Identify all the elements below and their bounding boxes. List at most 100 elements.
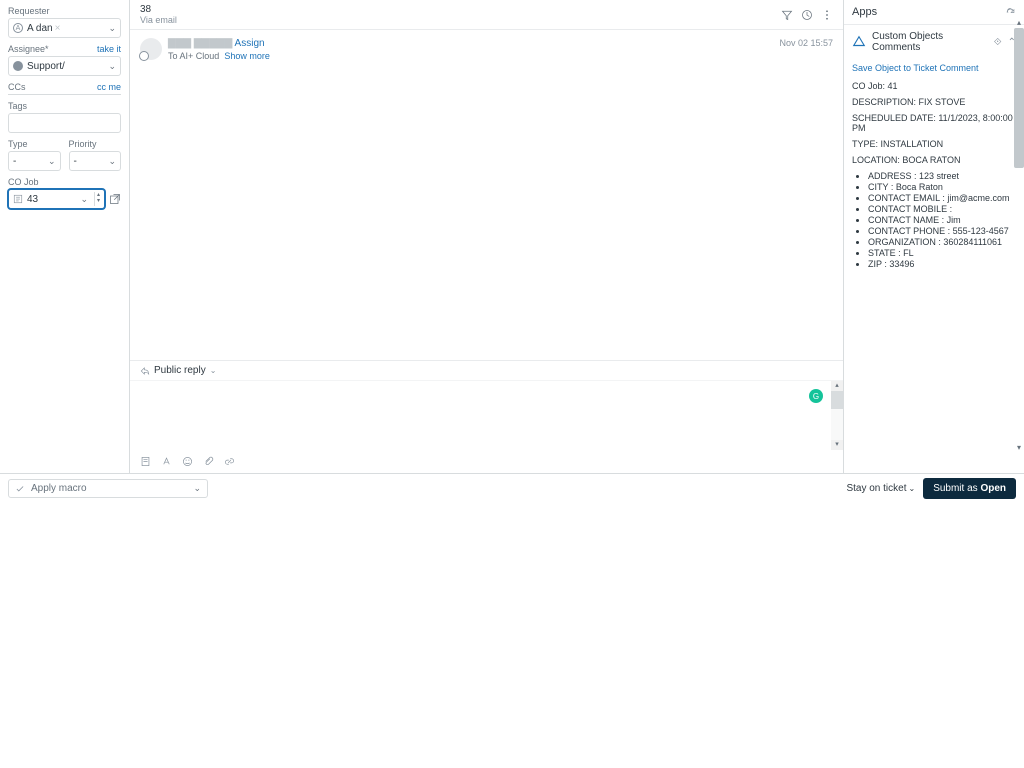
- list-item: CITY : Boca Raton: [868, 182, 1016, 192]
- assignee-label-text: Assignee*: [8, 44, 49, 54]
- emoji-icon[interactable]: [182, 456, 193, 467]
- tags-field: Tags: [8, 101, 121, 133]
- stay-label: Stay on ticket: [846, 483, 906, 494]
- requester-dropdown[interactable]: A A dan × ⌄: [8, 18, 121, 38]
- apps-scrollbar[interactable]: ▴ ▾: [1014, 28, 1024, 473]
- ticket-properties-sidebar: Requester A A dan × ⌄ Assignee* take it …: [0, 0, 130, 473]
- submit-prefix: Submit as: [933, 483, 980, 494]
- type-field: Type - ⌄: [8, 139, 61, 171]
- scroll-thumb[interactable]: [831, 391, 843, 409]
- link-icon[interactable]: [224, 456, 235, 467]
- list-item: ZIP : 33496: [868, 259, 1016, 269]
- redacted-name: ▇▇▇ ▇▇▇▇▇: [168, 38, 232, 49]
- note-icon[interactable]: [140, 456, 151, 467]
- user-icon: A: [13, 23, 23, 33]
- scheduled-line: SCHEDULED DATE: 11/1/2023, 8:00:00 PM: [852, 113, 1016, 133]
- events-icon[interactable]: [801, 9, 813, 21]
- cc-me-link[interactable]: cc me: [97, 82, 121, 92]
- chevron-down-icon: ⌄: [108, 156, 116, 167]
- ccs-field: CCs cc me: [8, 82, 121, 95]
- scroll-down-icon[interactable]: ▾: [1014, 443, 1024, 453]
- app-icon: [852, 35, 866, 49]
- assignee-value: Support/: [27, 61, 65, 72]
- apps-panel: Apps Custom Objects Comments ⟐ ⌃ Save Ob…: [844, 0, 1024, 473]
- location-header: LOCATION: BOCA RATON: [852, 155, 1016, 165]
- scroll-up-icon[interactable]: ▴: [1014, 18, 1024, 28]
- to-value: AI+ Cloud: [180, 51, 220, 61]
- show-more-link[interactable]: Show more: [224, 51, 270, 61]
- scroll-up-icon[interactable]: ▴: [831, 381, 843, 391]
- conversation-header: 38 Via email: [130, 0, 843, 30]
- save-object-link[interactable]: Save Object to Ticket Comment: [852, 63, 1016, 73]
- scroll-down-icon[interactable]: ▾: [831, 440, 843, 450]
- list-item: CONTACT MOBILE :: [868, 204, 1016, 214]
- assign-link[interactable]: Assign: [235, 38, 265, 49]
- attachment-icon[interactable]: [203, 456, 214, 467]
- co-job-dropdown[interactable]: 43 ⌄ ▴ ▾: [8, 189, 105, 209]
- job-line: CO Job: 41: [852, 81, 1016, 91]
- reply-textarea[interactable]: G ▴ ▾: [130, 380, 843, 450]
- requester-label: Requester: [8, 6, 121, 16]
- type-label: Type: [8, 139, 61, 149]
- macro-label: Apply macro: [31, 483, 87, 494]
- description-line: DESCRIPTION: FIX STOVE: [852, 97, 1016, 107]
- group-icon: [13, 61, 23, 71]
- type-value: -: [13, 156, 16, 167]
- lookup-icon: [13, 194, 23, 204]
- close-icon[interactable]: ×: [55, 23, 61, 34]
- to-prefix: To: [168, 51, 180, 61]
- more-icon[interactable]: [821, 9, 833, 21]
- grammarly-icon[interactable]: G: [809, 389, 823, 403]
- priority-label: Priority: [69, 139, 122, 149]
- filter-icon[interactable]: [781, 9, 793, 21]
- chevron-down-icon: ⌄: [210, 366, 217, 375]
- priority-value: -: [74, 156, 77, 167]
- macro-icon: [15, 484, 25, 494]
- external-link-icon[interactable]: [109, 193, 121, 205]
- ticket-via: Via email: [140, 15, 177, 25]
- avatar: [140, 38, 162, 60]
- requester-value: A dan: [27, 23, 53, 34]
- take-it-link[interactable]: take it: [97, 44, 121, 54]
- list-item: CONTACT EMAIL : jim@acme.com: [868, 193, 1016, 203]
- message: ▇▇▇ ▇▇▇▇▇ Assign To AI+ Cloud Show more: [140, 38, 833, 61]
- reply-icon: [140, 366, 150, 376]
- list-item: STATE : FL: [868, 248, 1016, 258]
- stepper-down-icon[interactable]: ▾: [95, 198, 102, 204]
- submit-button[interactable]: Submit as Open: [923, 478, 1016, 499]
- reply-toolbar: [130, 450, 843, 473]
- chevron-down-icon: ⌄: [80, 194, 88, 205]
- reply-type-label: Public reply: [154, 365, 206, 376]
- chevron-down-icon: ⌄: [48, 156, 56, 167]
- conversation-panel: 38 Via email Nov 02 15:57 ▇▇▇ ▇▇▇▇▇ Assi…: [130, 0, 844, 473]
- ccs-label: CCs: [8, 82, 26, 92]
- assignee-dropdown[interactable]: Support/ ⌄: [8, 56, 121, 76]
- scroll-thumb[interactable]: [1014, 28, 1024, 168]
- list-item: ADDRESS : 123 street: [868, 171, 1016, 181]
- stay-on-ticket-dropdown[interactable]: Stay on ticket ⌄: [846, 483, 915, 494]
- app-body: Save Object to Ticket Comment CO Job: 41…: [844, 63, 1024, 278]
- chevron-down-icon: ⌄: [908, 484, 915, 493]
- reply-type-selector[interactable]: Public reply ⌄: [130, 361, 843, 380]
- refresh-icon[interactable]: [1005, 7, 1016, 18]
- assignee-field: Assignee* take it Support/ ⌄: [8, 44, 121, 76]
- apps-header: Apps: [852, 6, 877, 18]
- ticket-footer: Apply macro ⌄ Stay on ticket ⌄ Submit as…: [0, 474, 1024, 503]
- apply-macro-dropdown[interactable]: Apply macro ⌄: [8, 479, 208, 498]
- tags-input[interactable]: [8, 113, 121, 133]
- chevron-down-icon: ⌄: [193, 483, 201, 494]
- assignee-label: Assignee* take it: [8, 44, 121, 54]
- text-format-icon[interactable]: [161, 456, 172, 467]
- priority-field: Priority - ⌄: [69, 139, 122, 171]
- list-item: CONTACT NAME : Jim: [868, 215, 1016, 225]
- type-dropdown[interactable]: - ⌄: [8, 151, 61, 171]
- priority-dropdown[interactable]: - ⌄: [69, 151, 122, 171]
- list-item: ORGANIZATION : 360284111061: [868, 237, 1016, 247]
- pin-icon[interactable]: ⟐: [994, 37, 1002, 48]
- type-line: TYPE: INSTALLATION: [852, 139, 1016, 149]
- requester-field: Requester A A dan × ⌄: [8, 6, 121, 38]
- reply-scrollbar[interactable]: ▴ ▾: [831, 381, 843, 450]
- conversation-body: Nov 02 15:57 ▇▇▇ ▇▇▇▇▇ Assign To AI+ Clo…: [130, 30, 843, 360]
- message-timestamp: Nov 02 15:57: [779, 38, 833, 48]
- co-job-value: 43: [27, 194, 38, 205]
